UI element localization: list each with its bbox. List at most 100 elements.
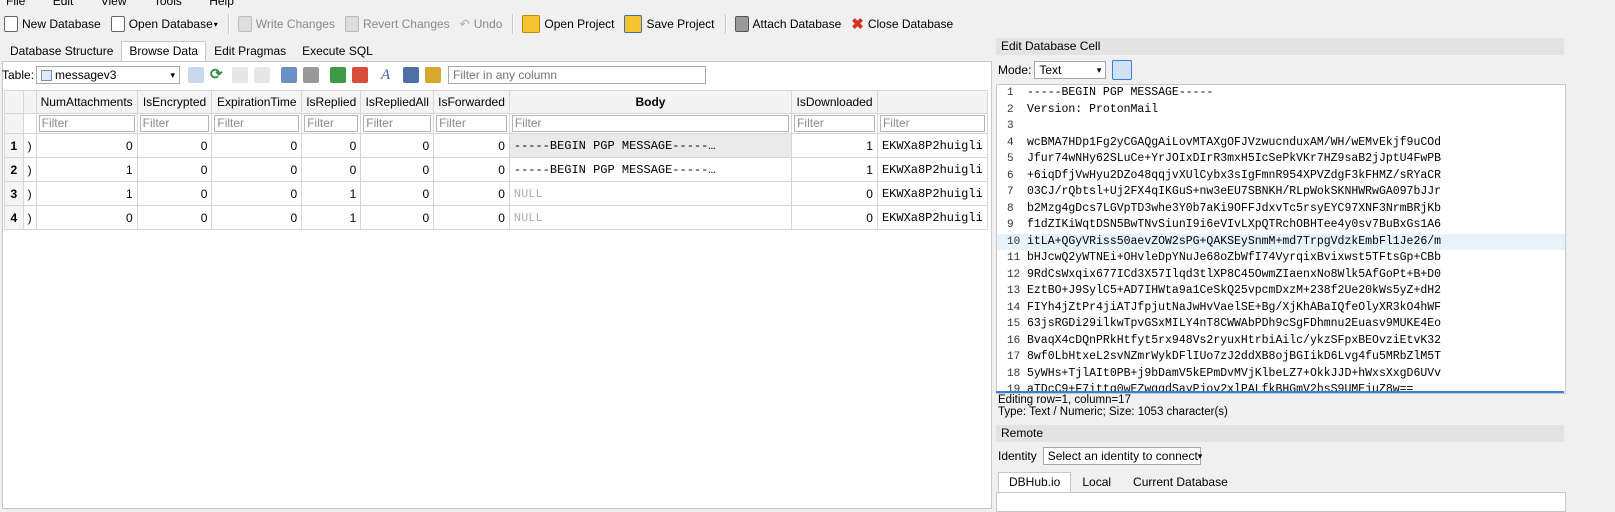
table-cell[interactable]: 1 [35, 157, 138, 182]
table-cell[interactable]: 0 [136, 181, 213, 206]
find-icon[interactable] [403, 67, 420, 83]
print-icon[interactable] [303, 67, 320, 83]
menu-help[interactable]: Help [209, 0, 234, 8]
table-cell[interactable]: NULL [508, 205, 793, 230]
corner-cell[interactable] [4, 90, 24, 114]
table-cell[interactable]: ) [22, 181, 37, 206]
table-cell[interactable]: 0 [211, 133, 303, 158]
column-header[interactable]: IsDownloaded [791, 90, 878, 114]
table-row[interactable]: 1 ) 0 0 0 0 0 0 -----BEGIN PGP MESSAGE--… [4, 133, 988, 158]
insert-record-icon[interactable] [330, 67, 347, 83]
column-filter[interactable]: Filter [876, 113, 988, 134]
table-cell[interactable]: 1 [791, 133, 878, 158]
table-row[interactable]: 2 ) 1 0 0 0 0 0 -----BEGIN PGP MESSAGE--… [4, 157, 988, 182]
menu-tools[interactable]: Tools [154, 0, 182, 8]
table-cell[interactable]: EKWXa8P2huigli [876, 205, 988, 230]
tab-edit-pragmas[interactable]: Edit Pragmas [206, 41, 294, 61]
column-filter[interactable]: Filter [791, 113, 878, 134]
table-cell[interactable]: 0 [433, 181, 510, 206]
column-filter[interactable]: Filter [508, 113, 793, 134]
column-header[interactable]: IsReplied [301, 90, 362, 114]
table-cell[interactable]: 1 [301, 181, 362, 206]
save-project-button[interactable]: Save Project [620, 12, 720, 36]
tab-dbhub[interactable]: DBHub.io [998, 472, 1072, 492]
table-row[interactable]: 3 ) 1 0 0 1 0 0 NULL 0 EKWXa8P2huigli [4, 181, 988, 206]
table-cell[interactable]: 0 [211, 181, 303, 206]
filter-all-columns-input[interactable] [448, 66, 707, 84]
table-cell[interactable]: 1 [791, 157, 878, 182]
table-cell[interactable]: 0 [211, 157, 303, 182]
column-filter[interactable]: Filter [433, 113, 510, 134]
table-cell[interactable]: 1 [35, 181, 138, 206]
menu-edit[interactable]: Edit [53, 0, 74, 8]
column-header[interactable]: NumAttachments [35, 90, 138, 114]
table-cell[interactable]: 0 [211, 205, 303, 230]
lead-header[interactable] [22, 90, 37, 114]
column-header[interactable]: IsRepliedAll [360, 90, 435, 114]
table-cell[interactable]: 0 [35, 133, 138, 158]
table-cell[interactable]: 0 [360, 205, 435, 230]
table-cell[interactable]: 0 [791, 205, 878, 230]
column-header[interactable]: IsForwarded [433, 90, 510, 114]
revert-changes-button[interactable]: Revert Changes [341, 12, 456, 36]
menu-view[interactable]: View [101, 0, 127, 8]
table-cell[interactable]: 0 [433, 133, 510, 158]
table-cell[interactable]: 0 [360, 181, 435, 206]
new-database-button[interactable]: New Database [0, 12, 107, 36]
table-cell[interactable]: -----BEGIN PGP MESSAGE-----… [508, 133, 793, 158]
row-number[interactable]: 1 [4, 133, 24, 158]
table-cell[interactable]: 0 [433, 157, 510, 182]
table-cell[interactable]: ) [22, 133, 37, 158]
column-filter[interactable]: Filter [301, 113, 362, 134]
auto-format-icon[interactable] [1112, 60, 1133, 80]
attach-database-button[interactable]: Attach Database [731, 12, 848, 36]
table-cell[interactable]: NULL [508, 181, 793, 206]
table-cell[interactable]: 1 [301, 205, 362, 230]
mode-select[interactable]: Text ▾ [1034, 61, 1107, 79]
table-cell[interactable]: EKWXa8P2huigli [876, 157, 988, 182]
clear-filters-icon[interactable] [188, 67, 205, 83]
sort-icon[interactable] [254, 67, 271, 83]
column-header[interactable]: IsEncrypted [136, 90, 213, 114]
italic-format-icon[interactable]: A [381, 67, 397, 83]
table-cell[interactable]: 0 [791, 181, 878, 206]
column-filter[interactable]: Filter [136, 113, 213, 134]
table-cell[interactable]: EKWXa8P2huigli [876, 181, 988, 206]
save-table-icon[interactable] [281, 67, 298, 83]
table-cell[interactable]: ) [22, 157, 37, 182]
column-filter[interactable]: Filter [360, 113, 435, 134]
tab-execute-sql[interactable]: Execute SQL [294, 41, 381, 61]
column-filter[interactable]: Filter [211, 113, 303, 134]
clear-sorting-icon[interactable] [232, 67, 249, 83]
table-cell[interactable]: 0 [136, 205, 213, 230]
table-cell[interactable]: 0 [136, 157, 213, 182]
column-header[interactable]: ExpirationTime [211, 90, 303, 114]
tab-browse-data[interactable]: Browse Data [121, 41, 207, 61]
table-cell[interactable]: EKWXa8P2huigli [876, 133, 988, 158]
table-cell[interactable]: 0 [136, 133, 213, 158]
table-cell[interactable]: 0 [301, 157, 362, 182]
tab-database-structure[interactable]: Database Structure [2, 41, 121, 61]
data-grid[interactable]: NumAttachments IsEncrypted ExpirationTim… [4, 90, 988, 232]
open-database-button[interactable]: Open Database ▾ [107, 12, 224, 36]
refresh-icon[interactable]: ⟳ [210, 67, 226, 83]
table-select[interactable]: messagev3 ▾ [36, 66, 181, 84]
write-changes-button[interactable]: Write Changes [234, 12, 341, 36]
table-cell[interactable]: 0 [35, 205, 138, 230]
row-number[interactable]: 3 [4, 181, 24, 206]
tab-current-database[interactable]: Current Database [1122, 472, 1239, 492]
column-header[interactable] [876, 90, 988, 114]
row-number[interactable]: 4 [4, 205, 24, 230]
table-cell[interactable]: ) [22, 205, 37, 230]
dropdown-arrow-icon[interactable]: ▾ [214, 20, 218, 29]
table-cell[interactable]: 0 [360, 157, 435, 182]
find-replace-icon[interactable] [425, 67, 442, 83]
open-project-button[interactable]: Open Project [518, 12, 620, 36]
tab-local[interactable]: Local [1071, 472, 1122, 492]
close-database-button[interactable]: ✖ Close Database [847, 12, 959, 36]
menu-file[interactable]: File [6, 0, 25, 8]
column-filter[interactable]: Filter [35, 113, 138, 134]
table-cell[interactable]: -----BEGIN PGP MESSAGE-----… [508, 157, 793, 182]
table-cell[interactable]: 0 [360, 133, 435, 158]
delete-record-icon[interactable] [352, 67, 369, 83]
